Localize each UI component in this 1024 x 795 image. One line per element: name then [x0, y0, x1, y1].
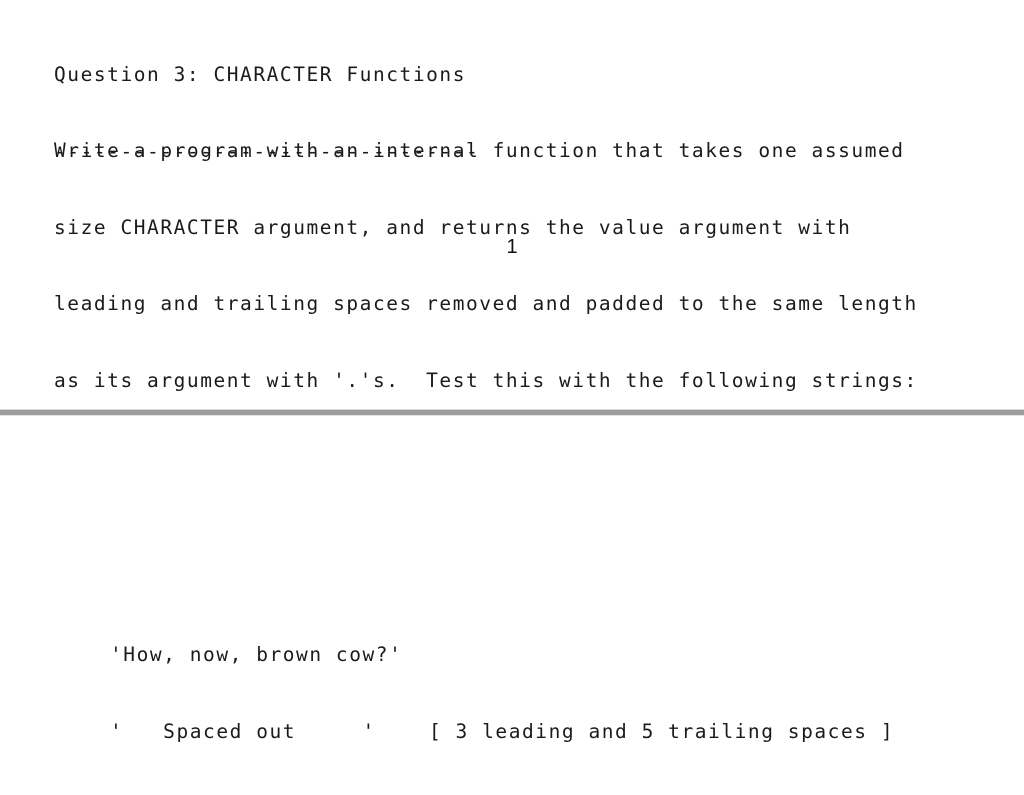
- document-page-two: 'How, now, brown cow?' ' Spaced out ' [ …: [0, 417, 1024, 743]
- page-number: 1: [506, 236, 518, 258]
- page-title: Question 3: CHARACTER Functions: [54, 63, 466, 86]
- page-break-divider: [0, 409, 1024, 416]
- body-line-4: as its argument with '.'s. Test this wit…: [54, 368, 918, 392]
- document-page-one: Question 3: CHARACTER Functions --------…: [0, 0, 1024, 410]
- body-line-1: Write a program with an internal functio…: [54, 139, 905, 162]
- test-strings-block: 'How, now, brown cow?' ' Spaced out ' [ …: [110, 591, 894, 795]
- test-string-line-2: ' Spaced out ' [ 3 leading and 5 trailin…: [110, 719, 895, 743]
- body-line-3: leading and trailing spaces removed and …: [54, 292, 918, 315]
- question-body-paragraph: Write a program with an internal functio…: [54, 87, 918, 444]
- test-string-line-1: 'How, now, brown cow?': [110, 643, 403, 666]
